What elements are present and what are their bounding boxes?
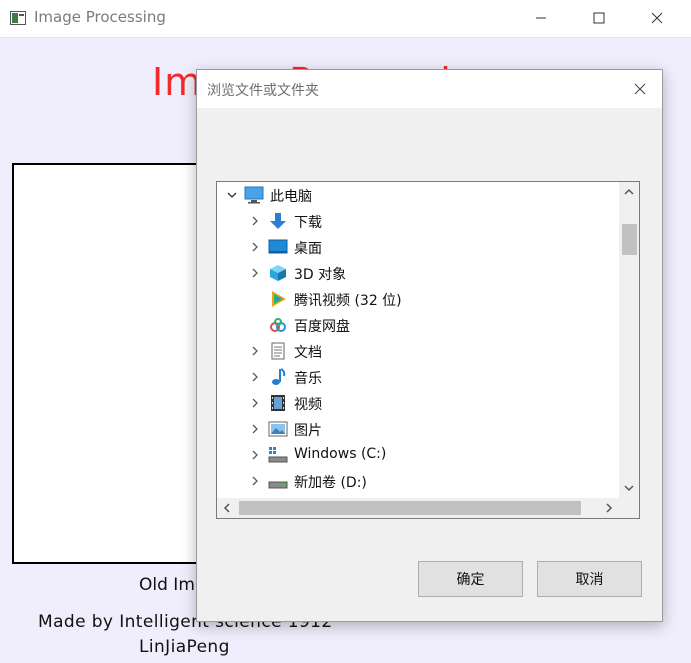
chevron-down-icon [624, 485, 634, 492]
chevron-right-icon[interactable] [248, 266, 262, 280]
ok-button[interactable]: 确定 [418, 561, 523, 597]
vertical-scroll-thumb[interactable] [622, 224, 637, 255]
system-drive-icon [268, 445, 288, 465]
download-icon [268, 211, 288, 231]
close-icon [651, 12, 663, 24]
pictures-icon [268, 419, 288, 439]
author-text: LinJiaPeng [139, 637, 230, 657]
tree-item-videos[interactable]: 视频 [217, 390, 617, 416]
cancel-button[interactable]: 取消 [537, 561, 642, 597]
tree-item-3d-objects[interactable]: 3D 对象 [217, 260, 617, 286]
scroll-right-button[interactable] [599, 498, 619, 518]
chevron-up-icon [624, 188, 634, 195]
tree-item-label: 视频 [294, 397, 322, 413]
minimize-icon [536, 17, 546, 19]
documents-icon [268, 341, 288, 361]
tree-item-label: 此电脑 [270, 189, 312, 205]
tree-item-desktop[interactable]: 桌面 [217, 234, 617, 260]
close-icon [634, 83, 646, 95]
tree-item-label: 文档 [294, 345, 322, 361]
tree-item-label: 百度网盘 [294, 319, 350, 335]
dialog-titlebar: 浏览文件或文件夹 [197, 70, 662, 108]
3d-objects-icon [268, 263, 288, 283]
tree-item-label: 新加卷 (D:) [294, 475, 367, 491]
scrollbar-corner [619, 498, 639, 518]
tree-item-label: Windows (C:) [294, 446, 387, 462]
maximize-button[interactable] [576, 0, 622, 36]
chevron-right-icon[interactable] [248, 396, 262, 410]
horizontal-scroll-thumb[interactable] [239, 501, 581, 515]
chevron-right-icon[interactable] [248, 370, 262, 384]
scroll-up-button[interactable] [619, 182, 639, 202]
chevron-right-icon[interactable] [248, 214, 262, 228]
drive-icon [268, 471, 288, 491]
main-titlebar: Image Processing [0, 0, 691, 38]
tree-item-drive-d[interactable]: 新加卷 (D:) [217, 468, 617, 494]
app-icon [10, 10, 26, 25]
chevron-left-icon [223, 503, 230, 513]
window-title: Image Processing [34, 8, 166, 26]
tree-item-label: 下载 [294, 215, 322, 231]
chevron-right-icon [606, 503, 613, 513]
tencent-video-icon [268, 289, 288, 309]
chevron-right-icon[interactable] [248, 422, 262, 436]
videos-icon [268, 393, 288, 413]
chevron-right-icon[interactable] [248, 448, 262, 462]
chevron-right-icon[interactable] [248, 474, 262, 488]
scroll-down-button[interactable] [619, 478, 639, 498]
computer-icon [244, 185, 264, 205]
tree-item-baidu-netdisk[interactable]: 百度网盘 [217, 312, 617, 338]
tree-item-this-pc[interactable]: 此电脑 [217, 182, 617, 208]
tree-item-label: 3D 对象 [294, 267, 347, 283]
maximize-icon [593, 12, 605, 24]
horizontal-scrollbar[interactable] [217, 498, 619, 518]
image-caption: Old Im [139, 575, 195, 595]
chevron-right-icon[interactable] [248, 240, 262, 254]
baidu-netdisk-icon [268, 315, 288, 335]
music-icon [268, 367, 288, 387]
tree-item-label: 图片 [294, 423, 322, 439]
vertical-scrollbar[interactable] [619, 182, 639, 498]
chevron-down-icon[interactable] [225, 188, 239, 202]
image-preview [12, 163, 211, 564]
tree-item-documents[interactable]: 文档 [217, 338, 617, 364]
tree-item-downloads[interactable]: 下载 [217, 208, 617, 234]
dialog-title: 浏览文件或文件夹 [207, 83, 319, 99]
tree-item-label: 桌面 [294, 241, 322, 257]
tree-item-drive-c[interactable]: Windows (C:) [217, 442, 617, 468]
folder-tree[interactable]: 此电脑 下载 桌面 3D 对象 腾讯视频 (32 位) 百度网盘 文档 音乐 视… [216, 181, 640, 519]
close-button[interactable] [634, 0, 680, 36]
tree-item-tencent-video[interactable]: 腾讯视频 (32 位) [217, 286, 617, 312]
browse-folder-dialog: 浏览文件或文件夹 此电脑 下载 桌面 3D 对象 腾讯视频 (32 位) 百度网… [196, 69, 663, 622]
scroll-left-button[interactable] [217, 498, 237, 518]
tree-item-label: 腾讯视频 (32 位) [294, 293, 402, 309]
tree-item-label: 音乐 [294, 371, 322, 387]
dialog-close-button[interactable] [620, 70, 660, 108]
tree-item-music[interactable]: 音乐 [217, 364, 617, 390]
tree-item-pictures[interactable]: 图片 [217, 416, 617, 442]
minimize-button[interactable] [518, 0, 564, 36]
desktop-icon [268, 237, 288, 257]
chevron-right-icon[interactable] [248, 344, 262, 358]
